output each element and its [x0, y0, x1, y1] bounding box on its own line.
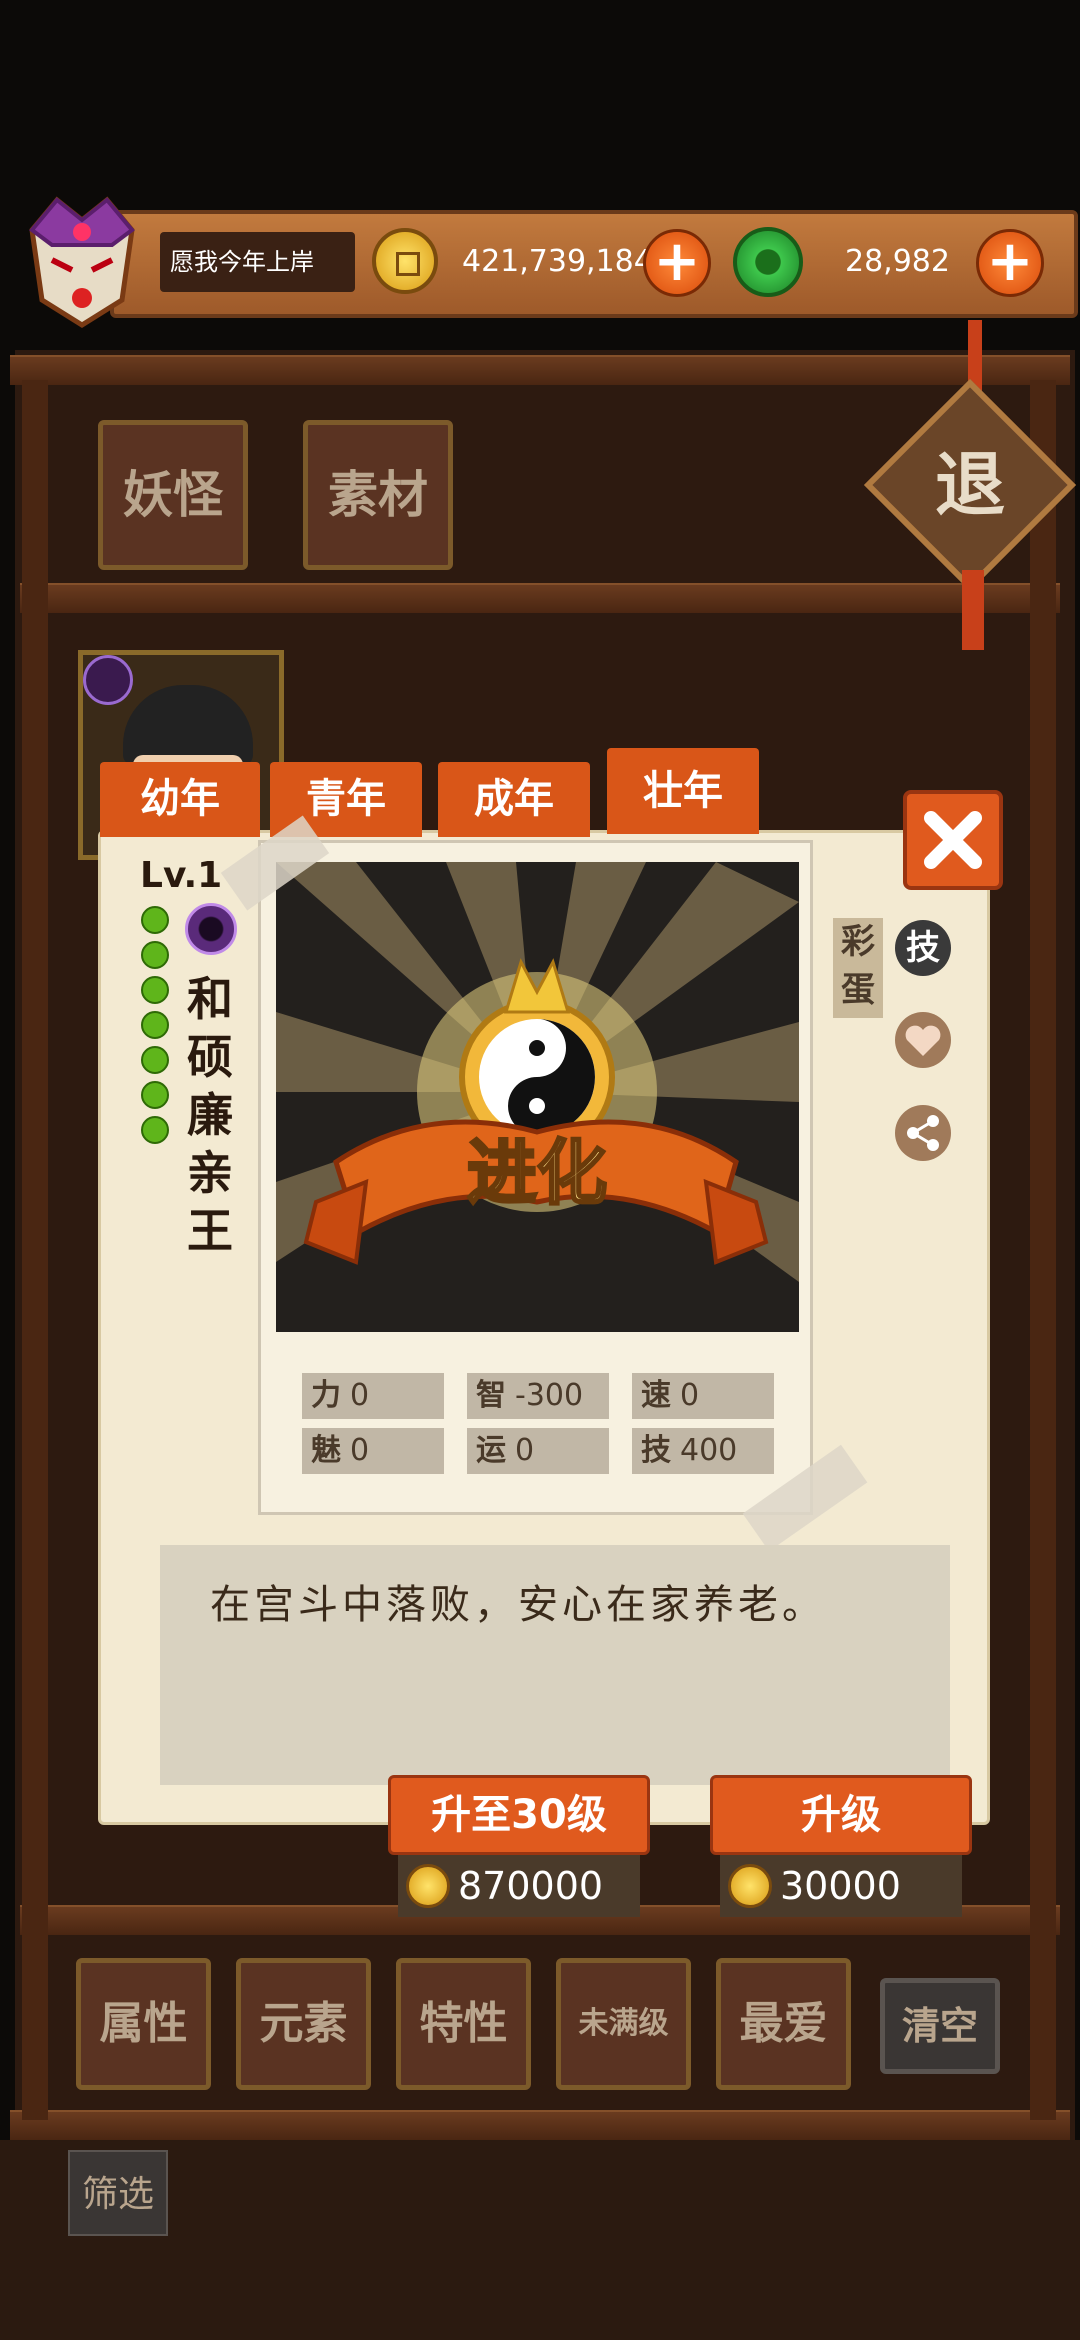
tab-monsters[interactable]: 妖怪: [98, 420, 248, 570]
player-avatar[interactable]: [12, 190, 152, 330]
stat-intellect: 智 -300: [467, 1373, 609, 1419]
frame-post: [1030, 380, 1056, 2120]
coin-icon: [406, 1863, 450, 1908]
evolution-pips: [141, 906, 169, 1144]
upgrade-button[interactable]: 升级: [710, 1775, 972, 1855]
frame-beam: [10, 2110, 1070, 2140]
stat-luck: 运0: [467, 1428, 609, 1474]
upgrade-cost: 30000: [720, 1855, 962, 1917]
easter-egg-button[interactable]: 彩蛋: [833, 918, 883, 1018]
element-icon: [83, 655, 133, 705]
sign-tassel: [962, 570, 984, 650]
upgrade-to-30-button[interactable]: 升至30级: [388, 1775, 650, 1855]
hat-icon: [123, 685, 253, 765]
evolution-art: 进化: [276, 862, 799, 1332]
tab-prime[interactable]: 壮年: [607, 748, 759, 834]
character-name: 和硕廉亲王: [187, 972, 233, 1258]
retreat-label: 退: [935, 444, 1005, 526]
clear-filters-button[interactable]: 清空: [880, 1978, 1000, 2074]
jade-icon: [733, 227, 803, 297]
filter-attribute[interactable]: 属性: [76, 1958, 211, 2090]
frame-beam: [20, 583, 1060, 613]
filter-element[interactable]: 元素: [236, 1958, 371, 2090]
evolution-caption: 进化: [467, 1132, 607, 1214]
filter-favorites[interactable]: 最爱: [716, 1958, 851, 2090]
coin-count: 421,739,184: [462, 244, 653, 279]
coin-icon: [728, 1863, 772, 1908]
stat-skill: 技 400: [632, 1428, 774, 1474]
add-jade-button[interactable]: +: [976, 229, 1044, 297]
evolution-burst-image: 进化: [276, 862, 799, 1282]
favorite-heart-icon[interactable]: [895, 1012, 951, 1068]
stat-speed: 速0: [632, 1373, 774, 1419]
close-icon: [924, 811, 982, 869]
element-icon: [185, 903, 237, 955]
filter-button[interactable]: 筛选: [68, 2150, 168, 2236]
skill-icon[interactable]: 技: [895, 920, 951, 976]
upgrade-to-30-cost: 870000: [398, 1855, 640, 1917]
description-text: 在宫斗中落败，安心在家养老。: [210, 1582, 826, 1628]
level-label: Lv.1: [140, 855, 223, 896]
share-icon[interactable]: [895, 1105, 951, 1161]
tab-materials[interactable]: 素材: [303, 420, 453, 570]
close-button[interactable]: [903, 790, 1003, 890]
jade-count: 28,982: [845, 244, 950, 279]
stat-strength: 力0: [302, 1373, 444, 1419]
tab-childhood[interactable]: 幼年: [100, 762, 260, 837]
filter-trait[interactable]: 特性: [396, 1958, 531, 2090]
filter-not-max-level[interactable]: 未满级: [556, 1958, 691, 2090]
player-name: 愿我今年上岸: [160, 232, 355, 292]
tab-adult[interactable]: 成年: [438, 762, 590, 837]
frame-post: [22, 380, 48, 2120]
stat-charm: 魅0: [302, 1428, 444, 1474]
frame-beam: [10, 355, 1070, 385]
coin-icon: [372, 228, 438, 294]
add-coins-button[interactable]: +: [643, 229, 711, 297]
